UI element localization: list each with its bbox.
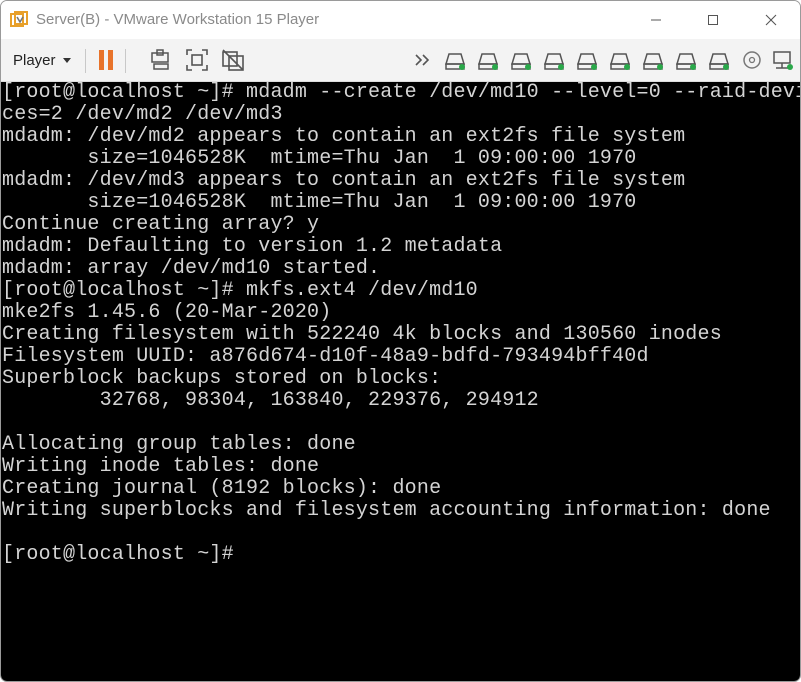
hdd-icon [642, 53, 664, 70]
terminal-line: mdadm: /dev/md3 appears to contain an ex… [2, 169, 686, 192]
minimize-button[interactable] [633, 1, 679, 39]
hdd-icon [576, 53, 598, 70]
hard-disk-2-button[interactable] [476, 48, 500, 72]
hard-disk-1-button[interactable] [443, 48, 467, 72]
minimize-icon [651, 19, 661, 21]
unity-icon [222, 49, 244, 71]
toolbar: Player [1, 39, 800, 82]
terminal-prompt: [root@localhost ~]# [2, 543, 234, 566]
terminal-line: size=1046528K mtime=Thu Jan 1 09:00:00 1… [2, 147, 637, 170]
terminal-line: ces=2 /dev/md2 /dev/md3 [2, 103, 283, 126]
terminal-line: 32768, 98304, 163840, 229376, 294912 [2, 389, 539, 412]
hdd-icon [543, 53, 565, 70]
pause-icon [99, 50, 113, 70]
send-ctrl-alt-del-button[interactable] [149, 48, 173, 72]
player-menu-label: Player [13, 51, 56, 69]
terminal-line: [root@localhost ~]# mkfs.ext4 /dev/md10 [2, 279, 478, 302]
terminal-line: mdadm: array /dev/md10 started. [2, 257, 381, 280]
hard-disk-6-button[interactable] [608, 48, 632, 72]
terminal-line: size=1046528K mtime=Thu Jan 1 09:00:00 1… [2, 191, 637, 214]
unity-button[interactable] [221, 48, 245, 72]
vm-console-terminal[interactable]: [root@localhost ~]# mdadm --create /dev/… [1, 82, 800, 681]
terminal-line: Writing superblocks and filesystem accou… [2, 499, 771, 522]
terminal-line: Continue creating array? y [2, 213, 320, 236]
network-icon [773, 51, 793, 70]
vmware-player-window: Server(B) - VMware Workstation 15 Player… [0, 0, 801, 682]
double-chevron-right-icon [415, 54, 430, 66]
terminal-line: Allocating group tables: done [2, 433, 356, 456]
hard-disk-4-button[interactable] [542, 48, 566, 72]
hard-disk-8-button[interactable] [674, 48, 698, 72]
cd-icon [743, 51, 761, 69]
fit-guest-icon [186, 49, 208, 71]
close-icon [765, 14, 777, 26]
hdd-icon [609, 53, 631, 70]
maximize-button[interactable] [690, 1, 736, 39]
window-title: Server(B) - VMware Workstation 15 Player [36, 11, 320, 28]
terminal-line: Writing inode tables: done [2, 455, 320, 478]
hard-disk-5-button[interactable] [575, 48, 599, 72]
vmware-app-icon [10, 11, 28, 27]
chevron-down-icon [62, 57, 71, 63]
terminal-line: [root@localhost ~]# mdadm --create /dev/… [2, 82, 800, 104]
pause-button[interactable] [94, 48, 118, 72]
terminal-line: mdadm: Defaulting to version 1.2 metadat… [2, 235, 503, 258]
hdd-icon [708, 53, 730, 70]
maximize-icon [708, 15, 718, 25]
send-ctrl-alt-del-icon [151, 49, 169, 70]
terminal-line: Filesystem UUID: a876d674-d10f-48a9-bdfd… [2, 345, 649, 368]
hdd-icon [477, 53, 499, 70]
hard-disk-3-button[interactable] [509, 48, 533, 72]
hdd-icon [675, 53, 697, 70]
network-adapter-button[interactable] [771, 48, 795, 72]
terminal-line: Superblock backups stored on blocks: [2, 367, 442, 390]
hard-disk-9-button[interactable] [707, 48, 731, 72]
close-button[interactable] [748, 1, 794, 39]
title-bar[interactable]: Server(B) - VMware Workstation 15 Player [1, 1, 800, 39]
hdd-icon [444, 53, 466, 70]
cd-dvd-button[interactable] [740, 48, 764, 72]
terminal-line: Creating journal (8192 blocks): done [2, 477, 442, 500]
hdd-icon [510, 53, 532, 70]
more-devices-button[interactable] [411, 48, 435, 72]
toolbar-divider [125, 49, 126, 73]
player-menu-button[interactable]: Player [13, 50, 71, 70]
toolbar-divider [85, 49, 86, 73]
fit-guest-button[interactable] [185, 48, 209, 72]
hard-disk-7-button[interactable] [641, 48, 665, 72]
terminal-line: Creating filesystem with 522240 4k block… [2, 323, 722, 346]
terminal-line: mke2fs 1.45.6 (20-Mar-2020) [2, 301, 332, 324]
terminal-line: mdadm: /dev/md2 appears to contain an ex… [2, 125, 686, 148]
